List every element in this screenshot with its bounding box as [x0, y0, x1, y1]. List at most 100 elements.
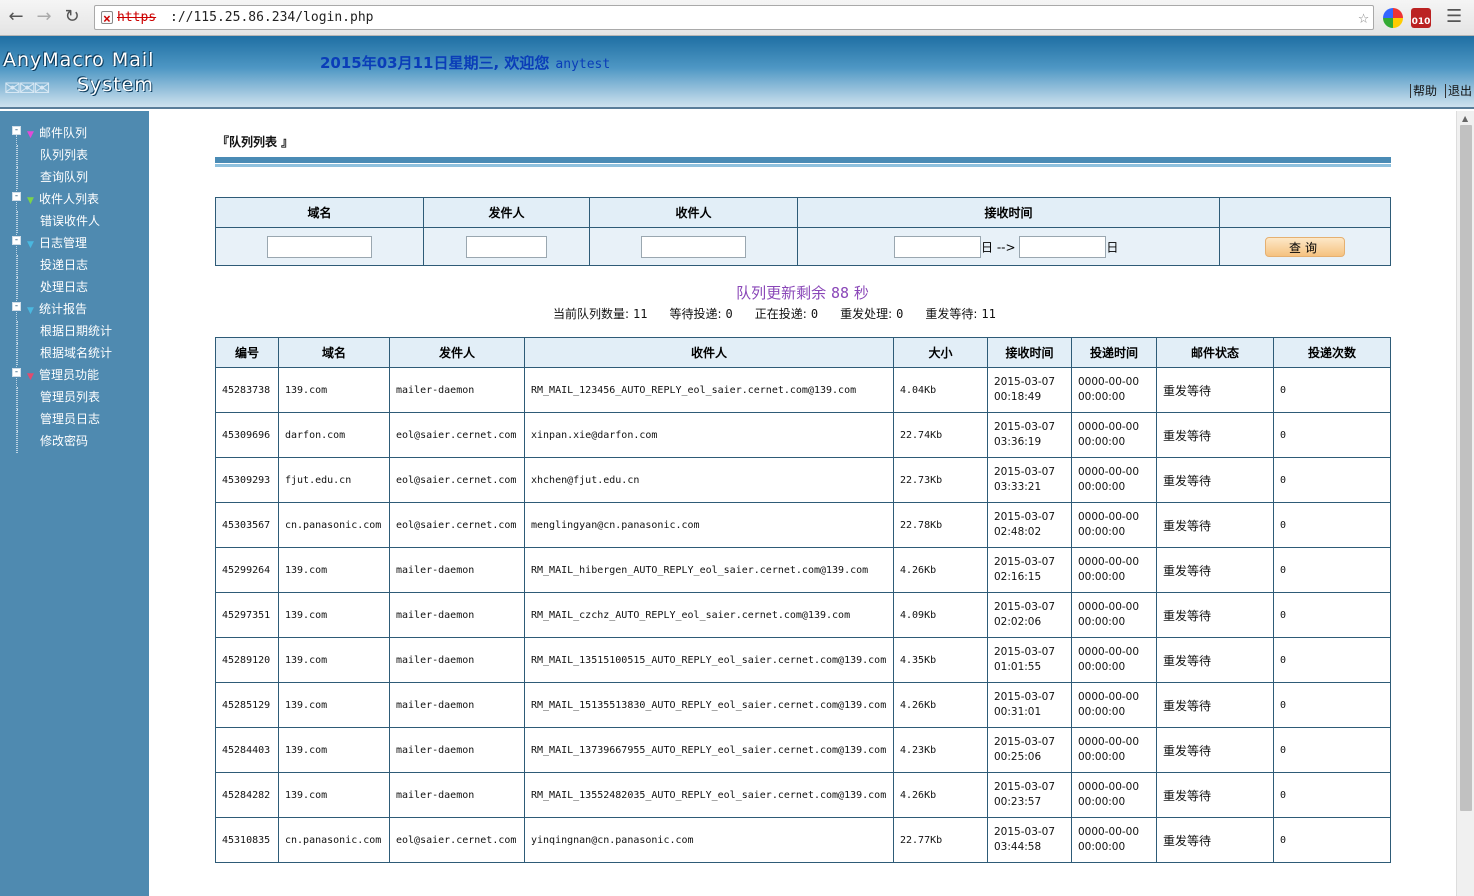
- address-bar[interactable]: https ://115.25.86.234/login.php ☆: [94, 5, 1374, 31]
- table-cell: 2015-03-07 03:36:19: [987, 412, 1072, 458]
- main-content: 『队列列表 』 域名 发件人 收件人 接收时间 日 --> 日 查询 队列更新剩…: [149, 111, 1456, 896]
- start-date-input[interactable]: [894, 235, 981, 258]
- collapse-icon[interactable]: -: [12, 192, 21, 201]
- stat-label: 当前队列数量:: [553, 307, 630, 321]
- sidebar-item[interactable]: 修改密码: [17, 431, 112, 453]
- table-cell: 22.77Kb: [893, 817, 988, 863]
- insecure-lock-icon: [101, 8, 113, 31]
- table-row: 45283738 139.com mailer-daemon RM_MAIL_1234…: [215, 367, 1391, 413]
- table-cell: 2015-03-07 00:18:49: [987, 367, 1072, 413]
- table-cell: 重发等待: [1156, 457, 1274, 503]
- sidebar-group[interactable]: - ▼ 收件人列表: [10, 189, 112, 211]
- domain-input[interactable]: [267, 235, 372, 258]
- table-cell: 2015-03-07 03:33:21: [987, 457, 1072, 503]
- menu-icon[interactable]: ☰: [1446, 8, 1464, 26]
- column-header: 邮件状态: [1156, 337, 1274, 368]
- stat-item: 重发等待: 11: [925, 307, 996, 321]
- end-date-input[interactable]: [1019, 235, 1107, 258]
- table-cell: 0000-00-00 00:00:00: [1071, 772, 1157, 818]
- logout-link[interactable]: 退出: [1444, 84, 1472, 98]
- table-cell: 0: [1273, 412, 1391, 458]
- table-cell: fjut.edu.cn: [278, 457, 390, 503]
- table-cell: 0000-00-00 00:00:00: [1071, 682, 1157, 728]
- flag-icon: ▼: [27, 130, 34, 140]
- reload-icon[interactable]: ↻: [61, 6, 83, 28]
- countdown-value: 88: [830, 284, 850, 302]
- table-cell: RM_MAIL_13552482035_AUTO_REPLY_eol_saier…: [524, 772, 894, 818]
- table-cell: RM_MAIL_123456_AUTO_REPLY_eol_saier.cern…: [524, 367, 894, 413]
- back-arrow-icon[interactable]: ←: [5, 6, 27, 28]
- welcome-date: 2015年03月11日星期三, 欢迎您: [320, 54, 550, 72]
- stat-value: 0: [896, 307, 904, 321]
- flag-icon: ▼: [27, 196, 34, 206]
- sidebar-item[interactable]: 队列列表: [17, 145, 112, 167]
- table-cell: 4.26Kb: [893, 547, 988, 593]
- sidebar-item[interactable]: 管理员列表: [17, 387, 112, 409]
- sidebar-group[interactable]: - ▼ 邮件队列: [10, 123, 112, 145]
- table-row: 45309293 fjut.edu.cn eol@saier.cernet.com x…: [215, 457, 1391, 503]
- browser-toolbar: ← → ↻ https ://115.25.86.234/login.php ☆…: [0, 0, 1474, 36]
- table-cell: mailer-daemon: [389, 637, 525, 683]
- table-cell: RM_MAIL_hibergen_AUTO_REPLY_eol_saier.ce…: [524, 547, 894, 593]
- search-header-sender: 发件人: [423, 197, 590, 228]
- table-cell: 重发等待: [1156, 682, 1274, 728]
- stat-value: 0: [725, 307, 733, 321]
- sidebar-item[interactable]: 错误收件人: [17, 211, 112, 233]
- column-header: 发件人: [389, 337, 525, 368]
- sidebar-item[interactable]: 管理员日志: [17, 409, 112, 431]
- table-row: 45299264 139.com mailer-daemon RM_MAIL_hibe…: [215, 547, 1391, 593]
- breadcrumb: 『队列列表 』: [217, 135, 294, 149]
- table-cell: eol@saier.cernet.com: [389, 412, 525, 458]
- table-cell: 0000-00-00 00:00:00: [1071, 547, 1157, 593]
- day-label: 日: [981, 240, 994, 254]
- table-cell: 139.com: [278, 592, 390, 638]
- forward-arrow-icon[interactable]: →: [33, 6, 55, 28]
- sidebar-group[interactable]: - ▼ 管理员功能: [10, 365, 112, 387]
- table-cell: mailer-daemon: [389, 682, 525, 728]
- table-cell: 22.74Kb: [893, 412, 988, 458]
- sidebar-group[interactable]: - ▼ 统计报告: [10, 299, 112, 321]
- table-cell: 重发等待: [1156, 727, 1274, 773]
- collapse-icon[interactable]: -: [12, 302, 21, 311]
- table-cell: 139.com: [278, 772, 390, 818]
- table-cell: 45283738: [215, 367, 279, 413]
- table-cell: eol@saier.cernet.com: [389, 502, 525, 548]
- collapse-icon[interactable]: -: [12, 126, 21, 135]
- sidebar-item[interactable]: 查询队列: [17, 167, 112, 189]
- sidebar-item[interactable]: 处理日志: [17, 277, 112, 299]
- sidebar-item[interactable]: 根据日期统计: [17, 321, 112, 343]
- sidebar-item[interactable]: 投递日志: [17, 255, 112, 277]
- scroll-up-icon[interactable]: ▲: [1462, 114, 1468, 123]
- recipient-input[interactable]: [641, 235, 746, 258]
- collapse-icon[interactable]: -: [12, 236, 21, 245]
- query-button[interactable]: 查询: [1265, 236, 1345, 257]
- table-cell: 45289120: [215, 637, 279, 683]
- scrollbar[interactable]: ▲: [1456, 111, 1474, 896]
- table-cell: RM_MAIL_13739667955_AUTO_REPLY_eol_saier…: [524, 727, 894, 773]
- sidebar-group[interactable]: - ▼ 日志管理: [10, 233, 112, 255]
- extension-icon[interactable]: [1383, 8, 1403, 28]
- collapse-icon[interactable]: -: [12, 368, 21, 377]
- table-row: 45285129 139.com mailer-daemon RM_MAIL_1513…: [215, 682, 1391, 728]
- table-cell: 45299264: [215, 547, 279, 593]
- sender-input[interactable]: [466, 235, 547, 258]
- table-cell: 139.com: [278, 637, 390, 683]
- table-cell: eol@saier.cernet.com: [389, 817, 525, 863]
- nav-tree: - ▼ 邮件队列 队列列表 查询队列 - ▼ 收件人列表 错误收件人 - ▼ 日志管理 投递日志 处理日志…: [10, 123, 112, 453]
- table-cell: 2015-03-07 02:48:02: [987, 502, 1072, 548]
- bookmark-star-icon[interactable]: ☆: [1358, 6, 1369, 29]
- help-link[interactable]: 帮助: [1409, 84, 1437, 98]
- sidebar-item[interactable]: 根据域名统计: [17, 343, 112, 365]
- sidebar: - ▼ 邮件队列 队列列表 查询队列 - ▼ 收件人列表 错误收件人 - ▼ 日志管理 投递日志 处理日志…: [0, 111, 149, 896]
- scroll-thumb[interactable]: [1460, 125, 1472, 811]
- countdown-prefix: 队列更新剩余: [736, 284, 827, 302]
- table-cell: 139.com: [278, 727, 390, 773]
- table-cell: xinpan.xie@darfon.com: [524, 412, 894, 458]
- table-cell: 0000-00-00 00:00:00: [1071, 367, 1157, 413]
- url-text: ://115.25.86.234/login.php: [170, 10, 374, 25]
- table-row: 45303567 cn.panasonic.com eol@saier.cernet…: [215, 502, 1391, 548]
- table-cell: 0: [1273, 592, 1391, 638]
- extension-010-icon[interactable]: 010: [1411, 8, 1431, 28]
- table-cell: 0: [1273, 637, 1391, 683]
- table-cell: 重发等待: [1156, 367, 1274, 413]
